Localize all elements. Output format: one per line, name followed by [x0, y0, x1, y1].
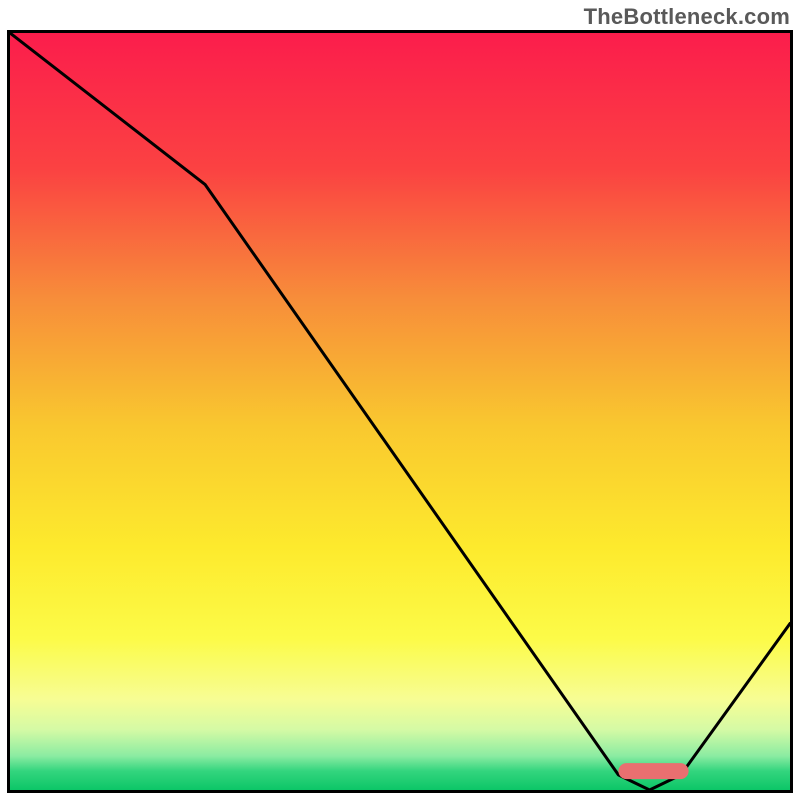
watermark-text: TheBottleneck.com [584, 4, 790, 30]
chart-container: TheBottleneck.com [0, 0, 800, 800]
gradient-background [10, 33, 790, 790]
optimal-marker [618, 763, 688, 779]
plot-area [7, 30, 793, 793]
plot-svg [10, 33, 790, 790]
